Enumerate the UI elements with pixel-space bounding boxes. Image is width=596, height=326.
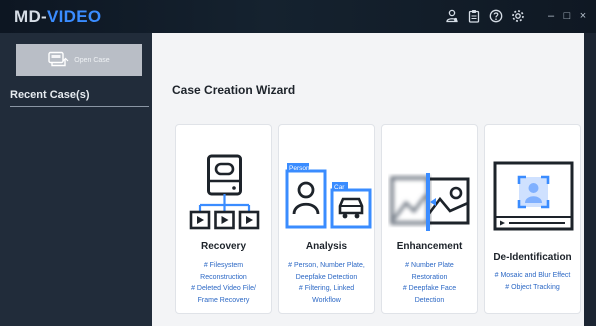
recovery-icon xyxy=(189,154,260,230)
card-description: # Person, Number Plate, Deepfake Detecti… xyxy=(288,262,365,304)
page-title: Case Creation Wizard xyxy=(172,83,296,97)
tag-car: Car xyxy=(334,184,345,191)
logo-accent: VIDEO xyxy=(47,7,102,26)
card-description: # Mosaic and Blur Effect # Object Tracki… xyxy=(494,272,571,291)
card-title: Recovery xyxy=(200,241,247,252)
card-title: Enhancement xyxy=(396,241,463,252)
open-case-icon xyxy=(48,51,70,69)
clipboard-icon[interactable] xyxy=(466,8,482,24)
user-settings-icon[interactable] xyxy=(444,8,460,24)
help-icon[interactable] xyxy=(488,8,504,24)
enhancement-icon xyxy=(390,173,470,231)
card-de-identification[interactable]: De-Identification # Mosaic and Blur Effe… xyxy=(484,124,581,314)
main-panel: Case Creation Wizard Recovery # Filesyst… xyxy=(152,33,584,326)
card-analysis[interactable]: Person Car Analysis # Person, Number Pla… xyxy=(278,124,375,314)
card-title: Analysis xyxy=(305,241,348,252)
recent-cases-divider xyxy=(10,106,149,107)
gear-icon[interactable] xyxy=(510,8,526,24)
card-description: # Filesystem Reconstruction # Deleted Vi… xyxy=(191,262,256,304)
card-title: De-Identification xyxy=(493,252,572,263)
de-identification-icon xyxy=(493,161,574,231)
title-bar: MD-VIDEO – □ × xyxy=(0,0,596,33)
logo-prefix: MD- xyxy=(14,7,47,26)
maximize-button[interactable]: □ xyxy=(562,10,572,22)
analysis-icon: Person Car xyxy=(285,163,372,229)
card-recovery[interactable]: Recovery # Filesystem Reconstruction # D… xyxy=(175,124,272,314)
open-case-button[interactable]: Open Case xyxy=(16,44,142,76)
sidebar: Open Case Recent Case(s) xyxy=(0,33,152,326)
scrollbar-track[interactable] xyxy=(584,33,596,326)
app-logo: MD-VIDEO xyxy=(14,7,101,27)
open-case-label: Open Case xyxy=(74,56,110,64)
recent-cases-title: Recent Case(s) xyxy=(10,89,90,101)
minimize-button[interactable]: – xyxy=(546,10,556,22)
card-description: # Number Plate Restoration # Deepfake Fa… xyxy=(402,262,457,304)
close-button[interactable]: × xyxy=(578,10,588,22)
toolbar-icons: – □ × xyxy=(444,8,588,24)
tag-person: Person xyxy=(289,165,310,172)
card-enhancement[interactable]: Enhancement # Number Plate Restoration #… xyxy=(381,124,478,314)
